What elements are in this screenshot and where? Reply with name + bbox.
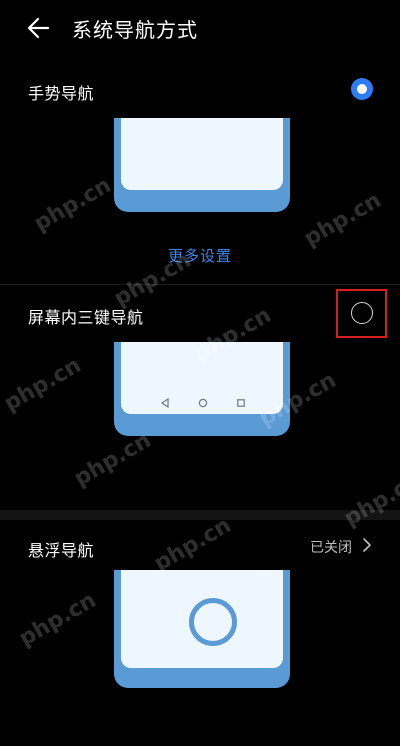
recent-square-icon [237, 399, 245, 407]
header-bar: 系统导航方式 [0, 0, 400, 56]
page-title: 系统导航方式 [72, 18, 198, 42]
watermark: php.cn [300, 187, 386, 252]
watermark: php.cn [30, 172, 116, 237]
section-divider [0, 510, 400, 520]
phone-screen [121, 118, 283, 190]
chevron-right-icon [363, 538, 371, 552]
highlight-annotation-box [336, 289, 387, 338]
floating-navigation-status[interactable]: 已关闭 [310, 537, 352, 557]
floating-button-icon [189, 598, 237, 646]
back-button[interactable] [22, 12, 56, 44]
back-triangle-icon [160, 398, 169, 408]
gesture-navigation-label[interactable]: 手势导航 [28, 80, 94, 104]
watermark: php.cn [340, 467, 400, 532]
divider [0, 284, 400, 285]
phone-screen [121, 342, 283, 414]
three-key-navigation-label[interactable]: 屏幕内三键导航 [28, 304, 144, 328]
three-key-navigation-preview [114, 342, 290, 436]
home-circle-icon [198, 398, 208, 408]
more-settings-link[interactable]: 更多设置 [0, 245, 400, 266]
gesture-navigation-preview [114, 118, 290, 212]
watermark: php.cn [0, 352, 86, 417]
phone-screen [121, 570, 283, 668]
watermark: php.cn [70, 427, 156, 492]
arrow-left-icon [27, 17, 50, 39]
floating-navigation-label[interactable]: 悬浮导航 [28, 537, 94, 561]
watermark: php.cn [150, 512, 236, 577]
floating-navigation-preview [114, 570, 290, 688]
gesture-navigation-radio[interactable] [351, 78, 373, 100]
watermark: php.cn [15, 587, 101, 652]
